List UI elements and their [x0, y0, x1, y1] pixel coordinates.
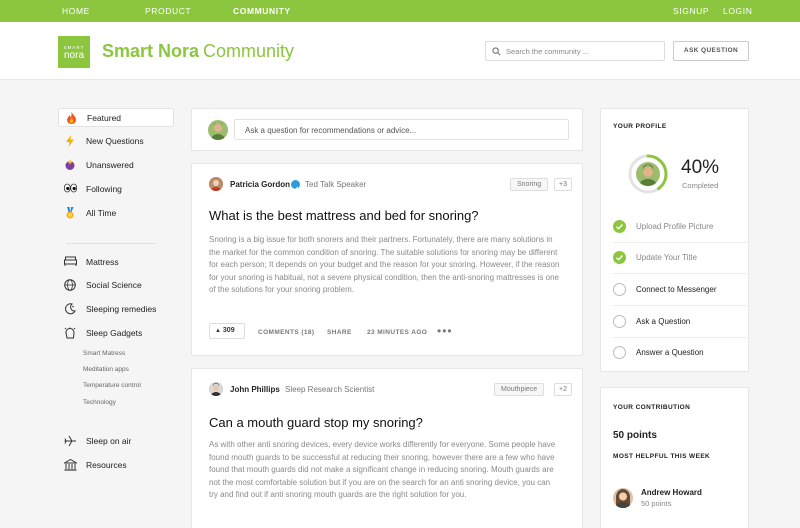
vote-count: 309: [222, 327, 235, 334]
upvote-button[interactable]: ▲ 309: [209, 323, 245, 339]
sidebar-item-all-time[interactable]: All Time: [58, 204, 174, 223]
question-card: Patricia Gordon Ted Talk Speaker Snoring…: [191, 163, 583, 356]
sidebar-item-new-questions[interactable]: New Questions: [58, 132, 174, 151]
sidebar-subitem-technology[interactable]: Technology: [83, 399, 116, 406]
site-brand: Smart Nora Community: [102, 41, 294, 62]
check-icon: [613, 251, 626, 264]
task-update-title[interactable]: Update Your Title: [613, 249, 745, 267]
contribution-heading: YOUR CONTRIBUTION: [613, 404, 691, 411]
contribution-points: 50 points: [613, 430, 657, 441]
empty-circle-icon: [613, 315, 626, 328]
topic-tag[interactable]: Mouthpiece: [494, 383, 545, 396]
sidebar-item-following[interactable]: Following: [58, 180, 174, 199]
helpful-user-avatar[interactable]: [613, 488, 633, 508]
question-title[interactable]: What is the best mattress and bed for sn…: [209, 208, 479, 223]
sidebar-subitem-smart-matress[interactable]: Smart Matress: [83, 350, 125, 357]
most-helpful-heading: MOST HELPFUL THIS WEEK: [613, 453, 711, 460]
author-role: Ted Talk Speaker: [305, 180, 367, 189]
helpful-user-points: 50 points: [641, 499, 672, 508]
ask-composer: Ask a question for recommendations or ad…: [191, 108, 583, 151]
eyes-icon: [63, 183, 78, 195]
sidebar-item-resources[interactable]: Resources: [58, 456, 174, 475]
profile-avatar[interactable]: [636, 162, 660, 186]
sidebar-item-mattress[interactable]: Mattress: [58, 253, 174, 272]
nav-signup[interactable]: SIGNUP: [673, 6, 709, 16]
share-link[interactable]: SHARE: [327, 329, 352, 336]
ask-question-button[interactable]: ASK QUESTION: [673, 41, 749, 61]
search-icon: [492, 47, 501, 56]
profile-completed-label: Completed: [682, 181, 719, 190]
upvote-icon: ▲: [215, 328, 221, 334]
nav-home[interactable]: HOME: [62, 6, 90, 16]
task-connect-messenger[interactable]: Connect to Messenger: [613, 281, 745, 299]
sidebar-subitem-meditation-apps[interactable]: Meditation apps: [83, 366, 129, 373]
site-header: SMART nora Smart NoraCommunity ASK QUEST…: [0, 22, 800, 80]
verified-icon: [291, 180, 300, 191]
sidebar-item-sleeping-remedies[interactable]: Sleeping remedies: [58, 300, 174, 319]
check-icon: [613, 220, 626, 233]
gadget-icon: [64, 327, 76, 339]
moon-icon: [64, 303, 76, 315]
bank-icon: [62, 458, 79, 471]
author-avatar[interactable]: [209, 177, 223, 191]
search-input[interactable]: [506, 44, 656, 58]
brand-section: Community: [203, 41, 295, 61]
task-divider: [613, 337, 749, 338]
more-tags-badge[interactable]: +3: [554, 178, 572, 191]
task-divider: [613, 305, 749, 306]
task-upload-profile-picture[interactable]: Upload Profile Picture: [613, 218, 745, 236]
profile-panel: YOUR PROFILE 40% Completed Upload Profil…: [600, 108, 749, 372]
medal-icon: [64, 207, 76, 219]
nav-community[interactable]: COMMUNITY: [233, 6, 291, 16]
sidebar-item-sleep-on-air[interactable]: Sleep on air: [58, 432, 174, 451]
task-divider: [613, 242, 749, 243]
community-search[interactable]: [485, 41, 665, 61]
sidebar-item-featured[interactable]: Featured: [58, 108, 174, 127]
plane-icon: [64, 435, 76, 447]
sidebar-divider: [66, 243, 156, 244]
sparkles-icon: [64, 159, 76, 171]
ask-question-input[interactable]: Ask a question for recommendations or ad…: [234, 119, 569, 140]
fire-icon: [65, 112, 77, 124]
author-avatar[interactable]: [209, 382, 223, 396]
sidebar-item-sleep-gadgets[interactable]: Sleep Gadgets: [58, 324, 174, 343]
post-timestamp: 23 MINUTES AGO: [367, 329, 428, 336]
question-title[interactable]: Can a mouth guard stop my snoring?: [209, 415, 423, 430]
question-body: As with other anti snoring devices, ever…: [209, 440, 556, 499]
sidebar-item-social-science[interactable]: Social Science: [58, 276, 174, 295]
globe-icon: [64, 279, 76, 291]
user-avatar: [208, 120, 228, 140]
topic-tag[interactable]: Snoring: [510, 178, 549, 191]
author-role: Sleep Research Scientist: [285, 385, 375, 394]
task-divider: [613, 273, 749, 274]
lightning-icon: [64, 135, 76, 147]
author-name[interactable]: Patricia Gordon: [230, 180, 290, 189]
top-navigation: HOME PRODUCT COMMUNITY SIGNUP LOGIN: [0, 0, 800, 22]
smart-nora-logo[interactable]: SMART nora: [58, 36, 90, 68]
profile-percent: 40%: [681, 157, 720, 178]
empty-circle-icon: [613, 283, 626, 296]
empty-circle-icon: [613, 346, 626, 359]
more-tags-badge[interactable]: +2: [554, 383, 572, 396]
author-name[interactable]: John Phillips: [230, 385, 280, 394]
comments-link[interactable]: COMMENTS (18): [258, 329, 314, 336]
more-options-icon[interactable]: •••: [437, 324, 453, 338]
brand-name: Smart Nora: [102, 41, 200, 61]
sidebar-item-unanswered[interactable]: Unanswered: [58, 156, 174, 175]
bed-icon: [64, 256, 77, 268]
profile-heading: YOUR PROFILE: [613, 123, 667, 130]
sidebar-subitem-temperature-control[interactable]: Temperature control: [83, 382, 141, 389]
contribution-panel: YOUR CONTRIBUTION 50 points MOST HELPFUL…: [600, 387, 749, 528]
question-body: Snoring is a big issue for both snorers …: [209, 235, 560, 294]
nav-login[interactable]: LOGIN: [723, 6, 752, 16]
helpful-user-name[interactable]: Andrew Howard: [641, 488, 702, 497]
question-card: John Phillips Sleep Research Scientist M…: [191, 368, 583, 528]
task-answer-question[interactable]: Answer a Question: [613, 344, 745, 362]
nav-product[interactable]: PRODUCT: [145, 6, 191, 16]
task-ask-question[interactable]: Ask a Question: [613, 313, 745, 331]
